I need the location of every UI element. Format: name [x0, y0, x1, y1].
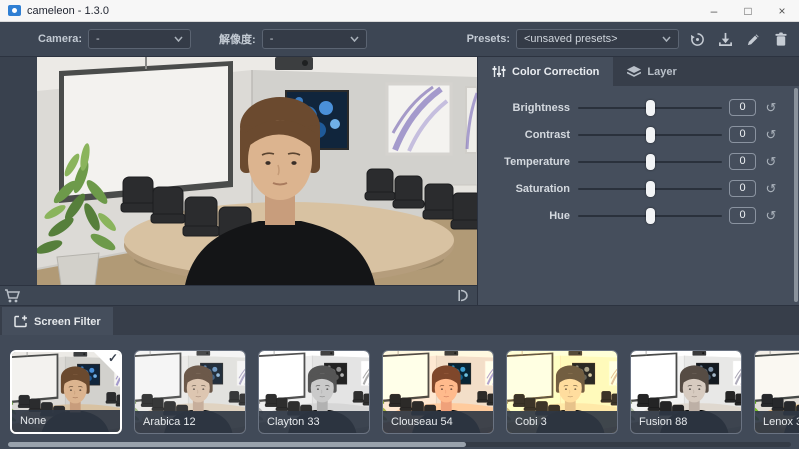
tab-screen-filter-label: Screen Filter	[34, 315, 101, 328]
right-panel: Color Correction Layer Brightness 0 ↺ Co…	[477, 57, 799, 305]
resolution-label: 解像度:	[219, 34, 256, 46]
slider-row-brightness: Brightness 0 ↺	[478, 94, 799, 121]
filter-cards: None ✓ Arabica 12 Clayton 33 Clouseau 54…	[10, 350, 799, 434]
presets-label: Presets:	[466, 33, 510, 45]
brightness-label: Brightness	[512, 101, 570, 114]
temperature-slider[interactable]	[578, 153, 722, 170]
brightness-value-field[interactable]: 0	[729, 99, 756, 116]
contrast-reset-icon[interactable]: ↺	[763, 127, 779, 143]
window-controls: – □ ×	[697, 0, 799, 21]
saturation-label: Saturation	[515, 182, 570, 195]
camera-label: Camera:	[38, 33, 83, 45]
edit-preset-icon[interactable]	[743, 29, 763, 49]
history-restore-icon[interactable]	[687, 29, 707, 49]
filter-name: Arabica 12	[135, 411, 245, 433]
hue-reset-icon[interactable]: ↺	[763, 208, 779, 224]
maximize-button[interactable]: □	[731, 0, 765, 21]
slider-row-hue: Hue 0 ↺	[478, 202, 799, 229]
filter-card-arabica[interactable]: Arabica 12	[134, 350, 246, 434]
window-title: cameleon - 1.3.0	[27, 4, 109, 17]
import-preset-icon[interactable]	[715, 29, 735, 49]
chevron-down-icon	[662, 36, 671, 42]
contrast-slider[interactable]	[578, 126, 722, 143]
temperature-value-field[interactable]: 0	[729, 153, 756, 170]
tab-layer[interactable]: Layer	[613, 57, 690, 86]
app-window: cameleon - 1.3.0 – □ × Camera: - 解像度: - …	[0, 0, 799, 449]
presets-select[interactable]: <unsaved presets>	[516, 29, 679, 49]
preview-toolbar	[0, 285, 477, 305]
saturation-reset-icon[interactable]: ↺	[763, 181, 779, 197]
sound-output-icon[interactable]	[453, 286, 473, 306]
filter-tabbar: Screen Filter	[0, 305, 799, 336]
filter-card-clayton[interactable]: Clayton 33	[258, 350, 370, 434]
tab-screen-filter[interactable]: Screen Filter	[2, 307, 113, 336]
check-icon: ✓	[107, 351, 118, 365]
slider-row-saturation: Saturation 0 ↺	[478, 175, 799, 202]
color-correction-panel: Brightness 0 ↺ Contrast 0 ↺ Temperature …	[478, 86, 799, 305]
slider-handle[interactable]	[646, 126, 655, 143]
presets-value: <unsaved presets>	[524, 33, 618, 45]
hue-label: Hue	[549, 209, 570, 222]
slider-handle[interactable]	[646, 99, 655, 116]
horizontal-scrollbar-thumb[interactable]	[8, 442, 466, 447]
shop-cart-icon[interactable]	[2, 286, 22, 306]
vertical-scrollbar[interactable]	[794, 88, 798, 302]
slider-handle[interactable]	[646, 207, 655, 224]
slider-row-temperature: Temperature 0 ↺	[478, 148, 799, 175]
filter-card-none[interactable]: None ✓	[10, 350, 122, 434]
temperature-reset-icon[interactable]: ↺	[763, 154, 779, 170]
contrast-label: Contrast	[524, 128, 570, 141]
saturation-slider[interactable]	[578, 180, 722, 197]
horizontal-scrollbar-track[interactable]	[8, 442, 791, 447]
layers-icon	[627, 65, 642, 77]
app-logo-icon	[8, 5, 21, 16]
tab-color-correction-label: Color Correction	[512, 65, 600, 78]
contrast-value-field[interactable]: 0	[729, 126, 756, 143]
filter-card-clouseau[interactable]: Clouseau 54	[382, 350, 494, 434]
filter-card-fusion[interactable]: Fusion 88	[630, 350, 742, 434]
hue-value-field[interactable]: 0	[729, 207, 756, 224]
filter-name: Fusion 88	[631, 411, 741, 433]
hue-slider[interactable]	[578, 207, 722, 224]
filter-card-cobi[interactable]: Cobi 3	[506, 350, 618, 434]
tab-layer-label: Layer	[647, 65, 677, 78]
add-overlay-icon	[14, 315, 27, 328]
camera-preview-video	[37, 57, 477, 285]
close-button[interactable]: ×	[765, 0, 799, 21]
brightness-slider[interactable]	[578, 99, 722, 116]
minimize-button[interactable]: –	[697, 0, 731, 21]
right-panel-tabs: Color Correction Layer	[478, 57, 799, 86]
chevron-down-icon	[174, 36, 183, 42]
slider-row-contrast: Contrast 0 ↺	[478, 121, 799, 148]
delete-preset-icon[interactable]	[771, 29, 791, 49]
saturation-value-field[interactable]: 0	[729, 180, 756, 197]
brightness-reset-icon[interactable]: ↺	[763, 100, 779, 116]
filter-name: None	[12, 410, 120, 432]
tab-color-correction[interactable]: Color Correction	[478, 57, 614, 86]
filter-name: Clouseau 54	[383, 411, 493, 433]
camera-select[interactable]: -	[88, 29, 192, 49]
filter-card-lenox[interactable]: Lenox 34	[754, 350, 799, 434]
filter-name: Cobi 3	[507, 411, 617, 433]
resolution-value: -	[269, 33, 274, 45]
resolution-select[interactable]: -	[261, 29, 367, 49]
filter-name: Lenox 34	[755, 411, 799, 433]
slider-handle[interactable]	[646, 180, 655, 197]
slider-handle[interactable]	[646, 153, 655, 170]
title-bar: cameleon - 1.3.0 – □ ×	[0, 0, 799, 22]
toolbar: Camera: - 解像度: - Presets: <unsaved prese…	[0, 22, 799, 57]
camera-value: -	[96, 33, 100, 45]
tune-sliders-icon	[492, 66, 506, 77]
chevron-down-icon	[350, 36, 359, 42]
temperature-label: Temperature	[504, 155, 570, 168]
filter-name: Clayton 33	[259, 411, 369, 433]
camera-preview-area	[0, 57, 477, 285]
filter-strip: None ✓ Arabica 12 Clayton 33 Clouseau 54…	[0, 335, 799, 449]
